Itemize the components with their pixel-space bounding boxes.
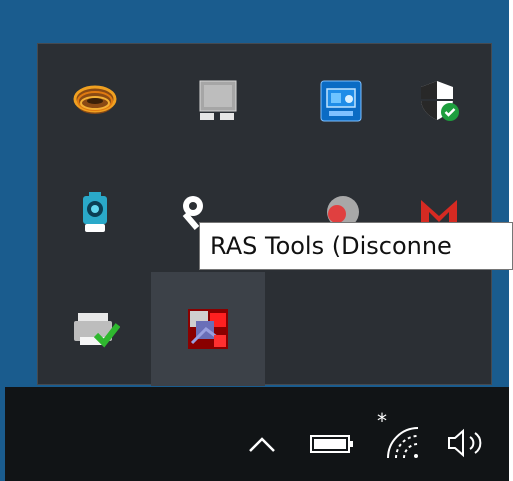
- tray-item-network-display[interactable]: [161, 44, 275, 158]
- intel-graphics-icon: [320, 80, 362, 122]
- tray-item-intel-graphics[interactable]: [284, 44, 398, 158]
- tray-item-ras-tools[interactable]: [151, 272, 265, 386]
- printer-ok-icon: [74, 313, 120, 348]
- tooltip: RAS Tools (Disconne: [199, 222, 513, 270]
- webcam-icon: [83, 192, 107, 232]
- volume-icon: [448, 428, 482, 458]
- tray-item-ring-app[interactable]: [38, 44, 152, 158]
- battery-icon: [310, 435, 353, 453]
- tray-overflow-panel: [37, 43, 492, 386]
- show-hidden-icons-button[interactable]: [244, 430, 280, 458]
- ras-tools-icon: [188, 309, 228, 349]
- ring-app-icon: [73, 85, 117, 114]
- battery-button[interactable]: [308, 430, 356, 458]
- tray-item-windows-security[interactable]: [382, 44, 496, 158]
- wifi-button[interactable]: [380, 418, 424, 462]
- chevron-up-icon: [249, 437, 275, 452]
- windows-security-icon: [421, 81, 459, 121]
- tray-item-webcam[interactable]: [38, 157, 152, 271]
- volume-button[interactable]: [444, 425, 490, 461]
- wifi-icon: [387, 427, 419, 459]
- network-display-icon: [199, 80, 237, 120]
- tray-item-printer[interactable]: [38, 272, 152, 386]
